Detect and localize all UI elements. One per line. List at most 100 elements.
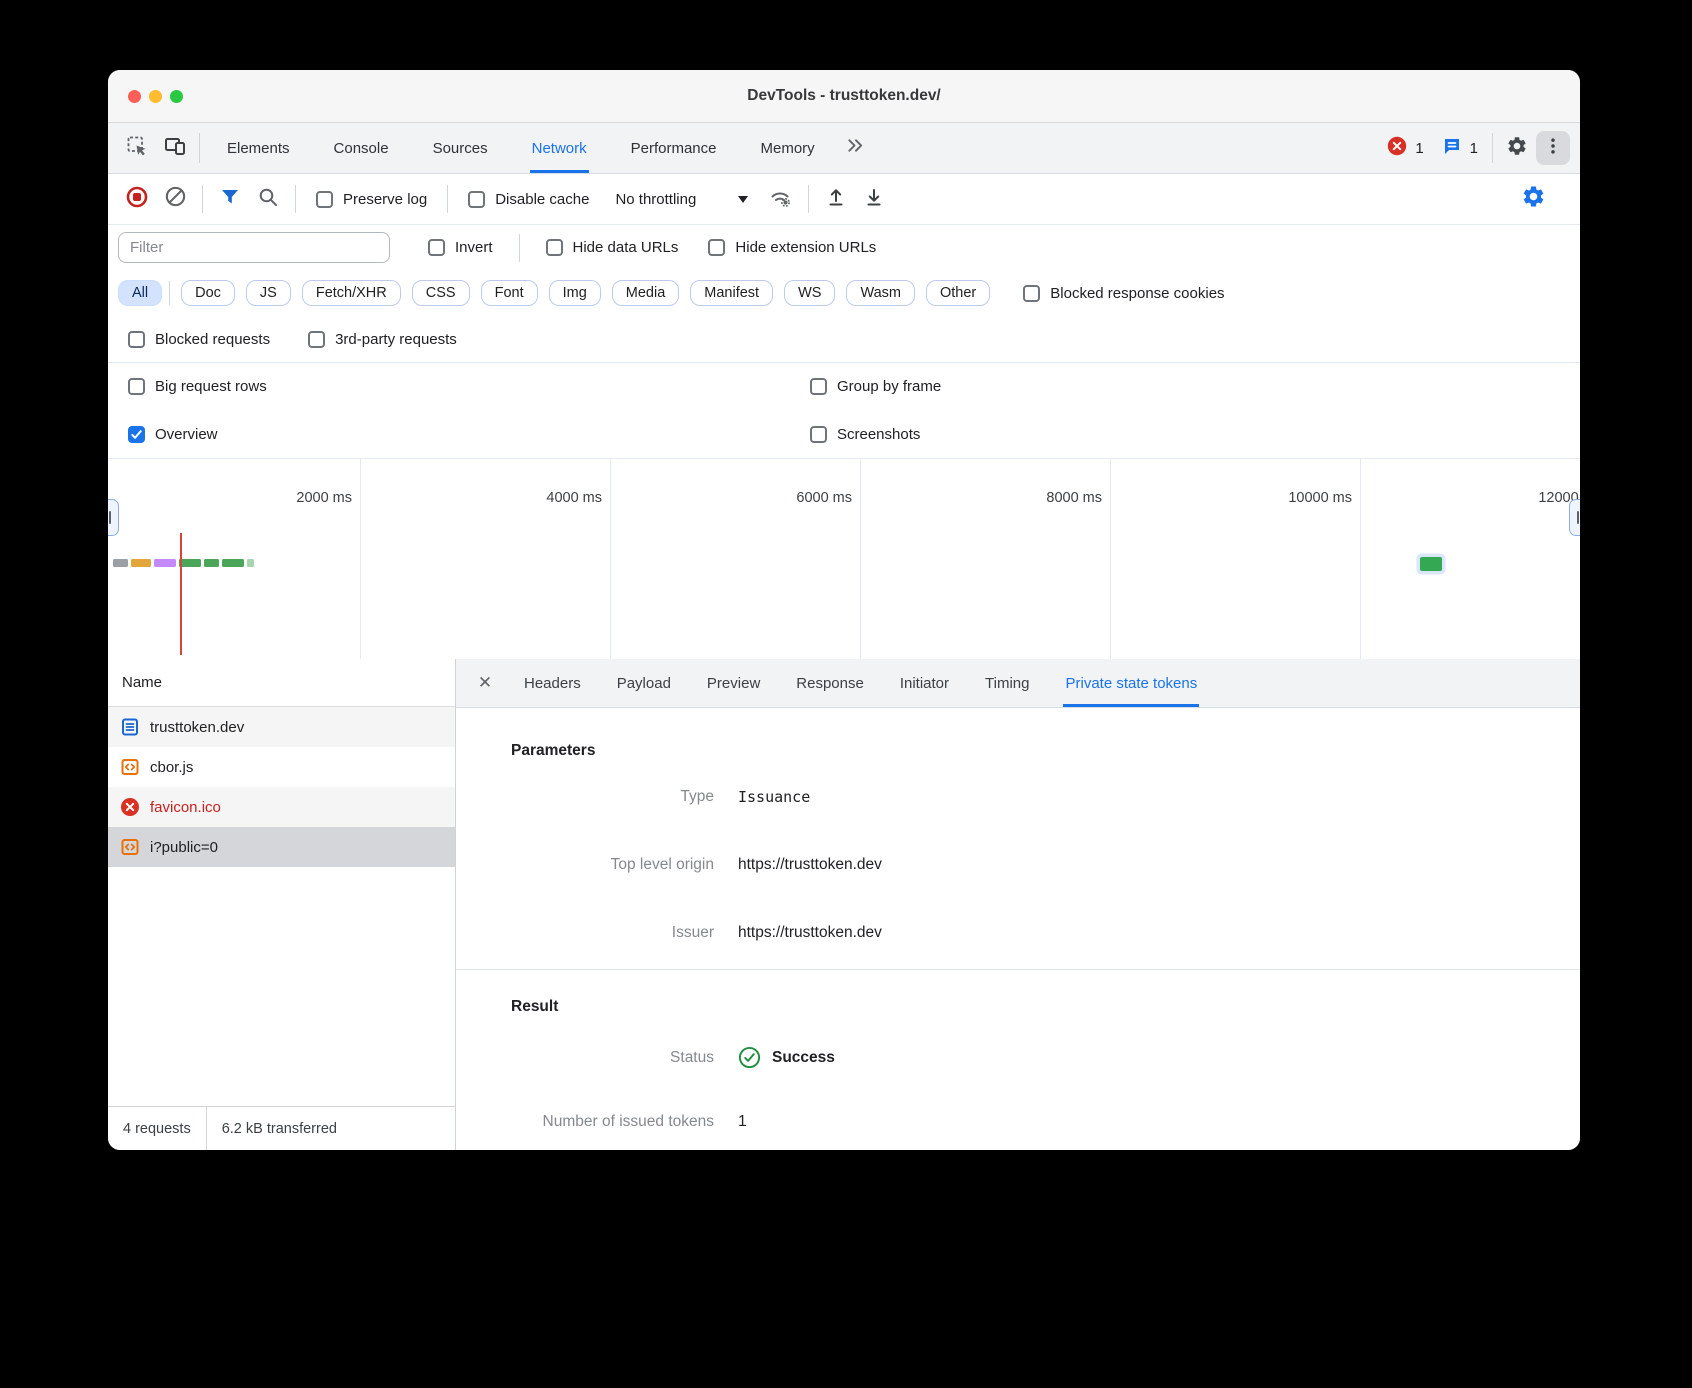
tab-elements[interactable]: Elements: [225, 123, 292, 173]
chip-wasm[interactable]: Wasm: [846, 280, 915, 306]
tab-console[interactable]: Console: [332, 123, 391, 173]
tab-memory[interactable]: Memory: [759, 123, 817, 173]
big-request-rows-checkbox[interactable]: Big request rows: [128, 378, 267, 395]
timeline-gridline: [860, 459, 861, 659]
checkbox-box-icon: [468, 191, 485, 208]
status-row: Status Success: [511, 1046, 1580, 1069]
timeline-gridline: [360, 459, 361, 659]
details-tab-initiator[interactable]: Initiator: [898, 659, 951, 707]
chip-media[interactable]: Media: [612, 280, 680, 306]
issued-tokens-label: Number of issued tokens: [511, 1113, 714, 1131]
chip-font[interactable]: Font: [481, 280, 538, 306]
network-overview-timeline[interactable]: 2000 ms4000 ms6000 ms8000 ms10000 ms1200…: [108, 458, 1580, 659]
close-window-button[interactable]: [128, 90, 141, 103]
request-row-favicon-ico[interactable]: favicon.ico: [108, 787, 455, 827]
chip-ws[interactable]: WS: [784, 280, 835, 306]
result-rows: Status Success Number of issued tokens 1: [511, 1046, 1580, 1131]
request-row-i-public-0[interactable]: i?public=0: [108, 827, 455, 867]
record-network-log-button[interactable]: [120, 182, 154, 216]
request-name: favicon.ico: [150, 799, 221, 816]
network-settings-button[interactable]: [1516, 182, 1550, 216]
kebab-menu-icon: [1543, 136, 1563, 161]
divider: [169, 281, 170, 305]
request-activity-segment: [154, 559, 176, 567]
throttling-dropdown[interactable]: No throttling: [615, 191, 748, 208]
group-by-frame-checkbox[interactable]: Group by frame: [810, 378, 941, 395]
search-button[interactable]: [251, 182, 285, 216]
selected-request-marker[interactable]: [1420, 557, 1442, 571]
title-bar: DevTools - trusttoken.dev/: [108, 70, 1580, 123]
toggle-device-toolbar-button[interactable]: [156, 123, 194, 173]
request-row-trusttoken-dev[interactable]: trusttoken.dev: [108, 707, 455, 747]
grip-icon: [109, 511, 111, 524]
clear-network-log-button[interactable]: [158, 182, 192, 216]
details-tab-payload[interactable]: Payload: [615, 659, 673, 707]
chip-fetch-xhr[interactable]: Fetch/XHR: [302, 280, 401, 306]
parameters-rows: TypeIssuanceTop level originhttps://trus…: [511, 788, 1580, 942]
checkbox-box-icon: [810, 378, 827, 395]
checkbox-label: Invert: [455, 239, 493, 256]
customize-devtools-button[interactable]: [1536, 131, 1570, 165]
parameters-heading: Parameters: [511, 742, 1580, 760]
dropdown-arrow-icon: [738, 196, 748, 203]
chip-doc[interactable]: Doc: [181, 280, 235, 306]
script-icon: [120, 837, 140, 857]
chip-all[interactable]: All: [118, 280, 162, 306]
name-column-header[interactable]: Name: [108, 659, 455, 707]
third-party-requests-checkbox[interactable]: 3rd-party requests: [308, 331, 457, 348]
errors-badge[interactable]: 1: [1387, 123, 1423, 173]
divider: [295, 185, 296, 213]
inspect-element-button[interactable]: [118, 123, 156, 173]
minimize-window-button[interactable]: [149, 90, 162, 103]
network-conditions-button[interactable]: [764, 182, 798, 216]
disable-cache-checkbox[interactable]: Disable cache: [468, 191, 589, 208]
chip-css[interactable]: CSS: [412, 280, 470, 306]
blocked-requests-checkbox[interactable]: Blocked requests: [128, 331, 270, 348]
checkbox-box-icon: [708, 239, 725, 256]
parameter-value: https://trusttoken.dev: [738, 924, 882, 942]
issues-count: 1: [1470, 140, 1478, 157]
request-row-cbor-js[interactable]: cbor.js: [108, 747, 455, 787]
network-status-bar: 4 requests 6.2 kB transferred: [108, 1106, 455, 1150]
devtools-window: DevTools - trusttoken.dev/ Elements Conso…: [108, 70, 1580, 1150]
tab-network[interactable]: Network: [530, 123, 589, 173]
details-tab-timing[interactable]: Timing: [983, 659, 1031, 707]
timeline-left-handle[interactable]: [108, 499, 119, 536]
export-har-button[interactable]: [819, 182, 853, 216]
overview-checkbox[interactable]: Overview: [128, 426, 218, 443]
details-tab-headers[interactable]: Headers: [522, 659, 583, 707]
close-details-button[interactable]: ✕: [464, 659, 506, 707]
hide-data-urls-checkbox[interactable]: Hide data URLs: [546, 239, 679, 256]
chip-manifest[interactable]: Manifest: [690, 280, 773, 306]
request-rows: trusttoken.devcbor.js favicon.ico i?public…: [108, 707, 455, 867]
tab-performance[interactable]: Performance: [629, 123, 719, 173]
filter-toggle-button[interactable]: [213, 182, 247, 216]
request-activity-segment: [247, 559, 254, 567]
request-name: i?public=0: [150, 839, 218, 856]
transferred-size: 6.2 kB transferred: [207, 1121, 352, 1137]
parameter-row-type: TypeIssuance: [511, 788, 1580, 806]
preserve-log-checkbox[interactable]: Preserve log: [316, 191, 427, 208]
timeline-right-handle[interactable]: [1569, 499, 1580, 536]
checkbox-box-icon: [1023, 285, 1040, 302]
tab-sources[interactable]: Sources: [431, 123, 490, 173]
details-tab-preview[interactable]: Preview: [705, 659, 762, 707]
chip-other[interactable]: Other: [926, 280, 990, 306]
request-activity-segment: [179, 559, 201, 567]
invert-checkbox[interactable]: Invert: [428, 239, 493, 256]
details-tab-private-state-tokens[interactable]: Private state tokens: [1063, 659, 1199, 707]
chip-js[interactable]: JS: [246, 280, 291, 306]
settings-button[interactable]: [1498, 123, 1536, 173]
zoom-window-button[interactable]: [170, 90, 183, 103]
details-tab-response[interactable]: Response: [794, 659, 866, 707]
chip-img[interactable]: Img: [549, 280, 601, 306]
gear-blue-icon: [1521, 184, 1546, 214]
import-har-button[interactable]: [857, 182, 891, 216]
result-heading: Result: [511, 998, 1580, 1016]
more-tabs-button[interactable]: [837, 123, 875, 173]
blocked-response-cookies-checkbox[interactable]: Blocked response cookies: [1023, 285, 1224, 302]
screenshots-checkbox[interactable]: Screenshots: [810, 426, 920, 443]
filter-input[interactable]: [118, 232, 390, 263]
issues-badge[interactable]: 1: [1442, 123, 1478, 173]
hide-extension-urls-checkbox[interactable]: Hide extension URLs: [708, 239, 876, 256]
